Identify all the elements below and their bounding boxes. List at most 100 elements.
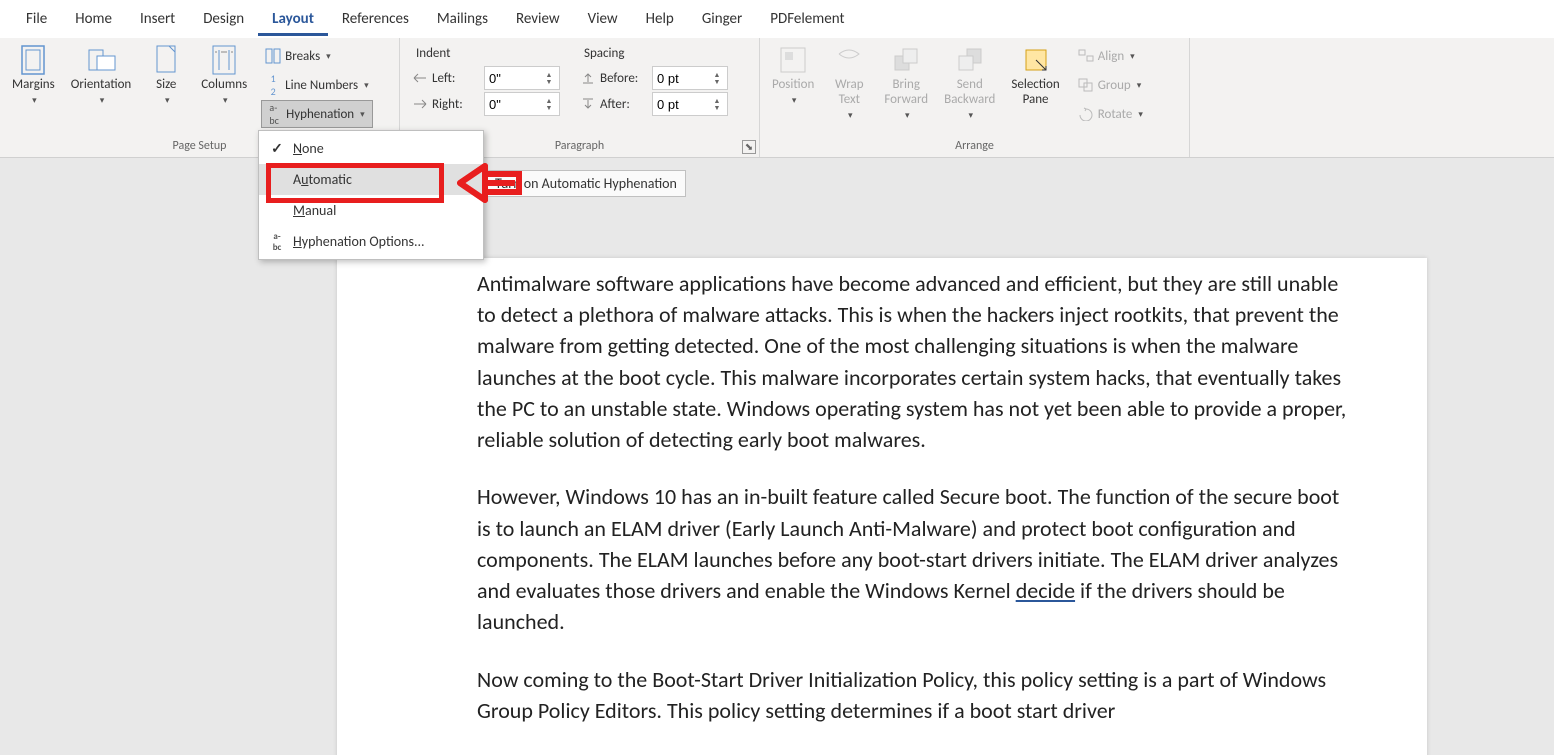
spacing-before-icon bbox=[580, 70, 596, 86]
bring-forward-label: Bring Forward bbox=[884, 78, 928, 108]
hyph-manual-rest: anual bbox=[305, 202, 336, 219]
paragraph-launcher[interactable]: ⬊ bbox=[742, 140, 756, 154]
tab-insert[interactable]: Insert bbox=[126, 2, 189, 36]
orientation-button[interactable]: Orientation ▾ bbox=[65, 42, 138, 108]
tab-review[interactable]: Review bbox=[502, 2, 574, 36]
selection-pane-button[interactable]: Selection Pane bbox=[1005, 42, 1065, 110]
hyph-menu-manual[interactable]: Manual bbox=[259, 195, 483, 226]
chevron-down-icon: ▾ bbox=[792, 95, 797, 106]
align-label: Align bbox=[1098, 49, 1124, 64]
breaks-label: Breaks bbox=[285, 49, 320, 64]
spacing-before-row: Before: ▲▼ bbox=[580, 65, 728, 91]
indent-right-row: Right: ▲▼ bbox=[412, 91, 560, 117]
send-backward-icon bbox=[954, 44, 986, 76]
columns-icon bbox=[208, 44, 240, 76]
margins-icon bbox=[17, 44, 49, 76]
group-icon bbox=[1078, 77, 1094, 93]
spacing-before-field[interactable]: ▲▼ bbox=[652, 66, 728, 90]
spacing-after-label: After: bbox=[600, 97, 648, 112]
spacing-before-input[interactable] bbox=[653, 71, 709, 86]
chevron-down-icon: ▾ bbox=[905, 110, 910, 121]
breaks-button[interactable]: Breaks ▾ bbox=[261, 42, 373, 70]
tab-mailings[interactable]: Mailings bbox=[423, 2, 502, 36]
doc-p2-underline: decide bbox=[1016, 577, 1075, 604]
position-button: Position ▾ bbox=[766, 42, 820, 108]
indent-header: Indent bbox=[412, 44, 560, 65]
chevron-down-icon: ▾ bbox=[1130, 51, 1135, 62]
spacing-after-icon bbox=[580, 96, 596, 112]
rotate-label: Rotate bbox=[1098, 107, 1133, 122]
ribbon: Margins ▾ Orientation ▾ Size ▾ bbox=[0, 38, 1554, 158]
spacing-before-label: Before: bbox=[600, 71, 648, 86]
tab-view[interactable]: View bbox=[574, 2, 632, 36]
doc-paragraph-3[interactable]: Now coming to the Boot-Start Driver Init… bbox=[477, 664, 1347, 726]
hyph-menu-none[interactable]: ✓ None bbox=[259, 133, 483, 164]
tab-layout[interactable]: Layout bbox=[258, 2, 328, 36]
tab-home[interactable]: Home bbox=[61, 2, 126, 36]
hyph-menu-automatic[interactable]: Automatic bbox=[259, 164, 483, 195]
position-label: Position bbox=[772, 78, 814, 93]
hyph-none-rest: one bbox=[302, 140, 324, 157]
tab-help[interactable]: Help bbox=[632, 2, 688, 36]
hyph-options-rest: yphenation Options... bbox=[302, 233, 425, 250]
indent-left-row: Left: ▲▼ bbox=[412, 65, 560, 91]
send-backward-label: Send Backward bbox=[944, 78, 995, 108]
indent-right-label: Right: bbox=[432, 97, 480, 112]
orientation-icon bbox=[85, 44, 117, 76]
size-icon bbox=[150, 44, 182, 76]
tab-file[interactable]: File bbox=[12, 2, 61, 36]
align-button[interactable]: Align ▾ bbox=[1074, 42, 1147, 70]
group-objects-label: Group bbox=[1098, 78, 1131, 93]
indent-left-icon bbox=[412, 70, 428, 86]
spinner-down[interactable]: ▼ bbox=[709, 78, 725, 85]
menu-tabs: File Home Insert Design Layout Reference… bbox=[0, 0, 1554, 38]
chevron-down-icon: ▾ bbox=[364, 80, 369, 91]
margins-button[interactable]: Margins ▾ bbox=[6, 42, 61, 108]
tab-ginger[interactable]: Ginger bbox=[688, 2, 756, 36]
chevron-down-icon: ▾ bbox=[326, 51, 331, 62]
breaks-icon bbox=[265, 48, 281, 64]
chevron-down-icon: ▾ bbox=[360, 109, 365, 120]
doc-paragraph-1[interactable]: Antimalware software applications have b… bbox=[477, 268, 1347, 455]
chevron-down-icon: ▾ bbox=[32, 95, 37, 106]
align-icon bbox=[1078, 48, 1094, 64]
hyphenation-label: Hyphenation bbox=[286, 107, 354, 122]
spacing-after-field[interactable]: ▲▼ bbox=[652, 92, 728, 116]
tab-design[interactable]: Design bbox=[189, 2, 258, 36]
indent-right-input[interactable] bbox=[485, 97, 541, 112]
group-objects-button[interactable]: Group ▾ bbox=[1074, 71, 1147, 99]
bring-forward-button: Bring Forward ▾ bbox=[878, 42, 934, 123]
indent-left-field[interactable]: ▲▼ bbox=[484, 66, 560, 90]
chevron-down-icon: ▾ bbox=[100, 95, 105, 106]
spinner-down[interactable]: ▼ bbox=[709, 104, 725, 111]
line-numbers-button[interactable]: 12 Line Numbers ▾ bbox=[261, 71, 373, 99]
wrap-text-icon bbox=[833, 44, 865, 76]
bring-forward-icon bbox=[890, 44, 922, 76]
hyphenation-icon: a-bc bbox=[266, 106, 282, 122]
rotate-icon bbox=[1078, 106, 1094, 122]
hyphenation-button[interactable]: a-bc Hyphenation ▾ bbox=[261, 100, 373, 128]
spinner-down[interactable]: ▼ bbox=[541, 104, 557, 111]
size-button[interactable]: Size ▾ bbox=[141, 42, 191, 108]
line-numbers-icon: 12 bbox=[265, 77, 281, 93]
size-label: Size bbox=[156, 78, 176, 93]
rotate-button[interactable]: Rotate ▾ bbox=[1074, 100, 1147, 128]
orientation-label: Orientation bbox=[71, 78, 132, 93]
hyph-menu-options[interactable]: a-bc Hyphenation Options... bbox=[259, 226, 483, 257]
document-viewport[interactable]: Antimalware software applications have b… bbox=[0, 158, 1554, 755]
spinner-down[interactable]: ▼ bbox=[541, 78, 557, 85]
columns-button[interactable]: Columns ▾ bbox=[195, 42, 253, 108]
spacing-after-input[interactable] bbox=[653, 97, 709, 112]
indent-right-field[interactable]: ▲▼ bbox=[484, 92, 560, 116]
chevron-down-icon: ▾ bbox=[1137, 80, 1142, 91]
chevron-down-icon: ▾ bbox=[223, 95, 228, 106]
wrap-text-label: Wrap Text bbox=[835, 78, 864, 108]
chevron-down-icon: ▾ bbox=[1138, 109, 1143, 120]
doc-paragraph-2[interactable]: However, Windows 10 has an in-built feat… bbox=[477, 481, 1347, 637]
tab-references[interactable]: References bbox=[328, 2, 423, 36]
tab-pdfelement[interactable]: PDFelement bbox=[756, 2, 858, 36]
indent-left-input[interactable] bbox=[485, 71, 541, 86]
selection-pane-label: Selection Pane bbox=[1011, 78, 1059, 108]
document-page[interactable]: Antimalware software applications have b… bbox=[337, 258, 1427, 755]
indent-right-icon bbox=[412, 96, 428, 112]
